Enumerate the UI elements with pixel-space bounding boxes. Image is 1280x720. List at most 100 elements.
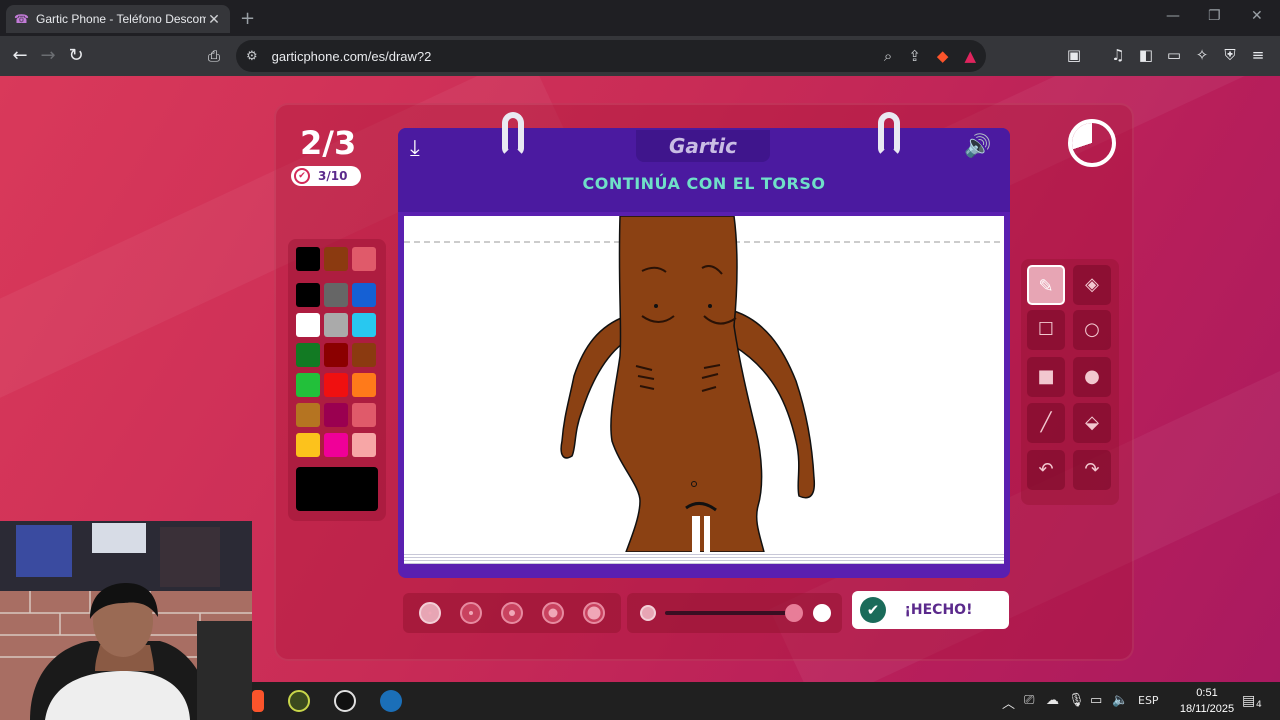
color-swatch[interactable] xyxy=(296,433,320,457)
brave-taskbar-icon[interactable] xyxy=(252,690,264,712)
color-swatch[interactable] xyxy=(352,247,376,271)
brave-rewards-icon[interactable]: ▲ xyxy=(964,47,976,65)
site-info-icon[interactable]: ⚙ xyxy=(246,49,258,64)
drawing-canvas[interactable] xyxy=(404,216,1004,552)
color-swatch[interactable] xyxy=(352,403,376,427)
tray-overflow-icon[interactable]: ︿ xyxy=(1002,693,1015,712)
steam-taskbar-icon[interactable] xyxy=(380,690,402,712)
minimize-button[interactable]: — xyxy=(1166,8,1180,24)
browser-tab[interactable]: ☎ Gartic Phone - Teléfono Descom ✕ xyxy=(6,5,230,33)
brush-size-selector xyxy=(403,593,621,633)
fill-bucket-tool-icon[interactable]: ⬙ xyxy=(1073,403,1111,443)
restore-button[interactable]: ❐ xyxy=(1208,8,1221,24)
app-taskbar-icon[interactable] xyxy=(288,690,310,712)
redo-icon[interactable]: ↷ xyxy=(1073,450,1111,490)
brush-size-3[interactable] xyxy=(501,602,523,624)
media-icon[interactable]: ♫ xyxy=(1108,46,1128,64)
color-swatch[interactable] xyxy=(352,283,376,307)
rectangle-filled-tool-icon[interactable]: ■ xyxy=(1027,357,1065,397)
download-icon[interactable]: ⤓ xyxy=(410,136,420,161)
bookmark-icon[interactable]: ⎙ xyxy=(202,44,226,68)
color-palette xyxy=(288,239,386,521)
clock-time: 0:51 xyxy=(1196,687,1218,699)
color-swatch[interactable] xyxy=(296,283,320,307)
round-counter: 2/3 xyxy=(300,124,357,162)
color-swatch[interactable] xyxy=(324,433,348,457)
camera-tray-icon[interactable]: ⎚ xyxy=(1024,693,1034,708)
tab-close-icon[interactable]: ✕ xyxy=(206,11,222,28)
color-swatch[interactable] xyxy=(352,433,376,457)
color-swatch[interactable] xyxy=(324,373,348,397)
rectangle-outline-tool-icon[interactable]: ☐ xyxy=(1027,310,1065,350)
line-tool-icon[interactable]: ╱ xyxy=(1027,403,1065,443)
tab-search-icon[interactable]: ▣ xyxy=(1064,46,1084,64)
check-icon: ✔ xyxy=(294,168,310,184)
brave-shields-icon[interactable]: ◆ xyxy=(937,47,949,65)
drawing-notebook: Gartic ⤓ 🔊 CONTINÚA CON EL TORSO xyxy=(398,112,1010,578)
color-swatch[interactable] xyxy=(296,343,320,367)
color-swatch[interactable] xyxy=(352,343,376,367)
done-check-icon: ✔ xyxy=(860,597,886,623)
sidebar-icon[interactable]: ◧ xyxy=(1136,46,1156,64)
drawing-prompt: CONTINÚA CON EL TORSO xyxy=(582,174,826,193)
color-swatch[interactable] xyxy=(352,373,376,397)
back-button[interactable]: ← xyxy=(8,44,32,68)
color-swatch[interactable] xyxy=(296,247,320,271)
menu-icon[interactable]: ≡ xyxy=(1248,46,1268,64)
opacity-min-icon xyxy=(640,605,656,621)
notebook-ring-right xyxy=(878,112,900,156)
reload-button[interactable]: ↻ xyxy=(64,44,88,68)
onedrive-icon[interactable]: ☁ xyxy=(1046,693,1059,708)
brush-size-4[interactable] xyxy=(542,602,564,624)
wallet-icon[interactable]: ▭ xyxy=(1164,46,1184,64)
clock-date: 18/11/2025 xyxy=(1179,703,1235,715)
color-swatch[interactable] xyxy=(352,313,376,337)
new-tab-button[interactable]: + xyxy=(240,8,255,29)
volume-icon[interactable]: 🔊 xyxy=(964,134,991,159)
brush-size-1[interactable] xyxy=(419,602,441,624)
brush-size-2[interactable] xyxy=(460,602,482,624)
url-text[interactable]: garticphone.com/es/draw?2 xyxy=(272,49,868,64)
language-indicator[interactable]: ESP xyxy=(1138,694,1159,707)
color-swatch[interactable] xyxy=(324,343,348,367)
color-swatch[interactable] xyxy=(296,373,320,397)
eraser-tool-icon[interactable]: ◈ xyxy=(1073,265,1111,305)
done-button[interactable]: ✔ ¡HECHO! xyxy=(852,591,1009,629)
drawing-svg xyxy=(404,216,1004,552)
done-label: ¡HECHO! xyxy=(904,602,973,618)
speaker-icon[interactable]: 🔈 xyxy=(1112,693,1128,708)
color-swatch[interactable] xyxy=(296,403,320,427)
zoom-icon[interactable]: ⌕ xyxy=(884,47,892,65)
color-swatch[interactable] xyxy=(324,247,348,271)
color-swatch[interactable] xyxy=(324,403,348,427)
window-close-button[interactable]: ✕ xyxy=(1251,8,1263,24)
ellipse-filled-tool-icon[interactable]: ● xyxy=(1073,357,1111,397)
gartic-logo: Gartic xyxy=(636,130,770,162)
color-swatch[interactable] xyxy=(324,283,348,307)
ellipse-outline-tool-icon[interactable]: ○ xyxy=(1073,310,1111,350)
webcam-overlay xyxy=(0,521,252,720)
color-swatch[interactable] xyxy=(296,313,320,337)
opacity-handle[interactable] xyxy=(785,604,803,622)
vpn-icon[interactable]: ⛨ xyxy=(1220,46,1240,64)
network-icon[interactable]: ▭ xyxy=(1090,693,1102,708)
undo-icon[interactable]: ↶ xyxy=(1027,450,1065,490)
obs-taskbar-icon[interactable] xyxy=(334,690,356,712)
notifications-icon[interactable]: ▤ xyxy=(1242,693,1255,709)
players-done-count: 3/10 xyxy=(318,169,348,183)
pencil-tool-icon[interactable]: ✎ xyxy=(1027,265,1065,305)
share-icon[interactable]: ⇪ xyxy=(908,47,921,65)
windows-taskbar: ︿ ⎚ ☁ 🎙 ▭ 🔈 ESP 0:51 18/11/2025 ▤ 4 xyxy=(252,682,1280,720)
opacity-slider[interactable] xyxy=(627,593,842,633)
tool-panel: ✎ ◈ ☐ ○ ■ ● ╱ ⬙ ↶ ↷ xyxy=(1021,259,1119,505)
webcam-image xyxy=(0,521,252,720)
brush-size-5[interactable] xyxy=(583,602,605,624)
leo-ai-icon[interactable]: ✧ xyxy=(1192,46,1212,64)
forward-button[interactable]: → xyxy=(36,44,60,68)
microphone-icon[interactable]: 🎙 xyxy=(1068,693,1085,708)
address-bar[interactable]: ⚙ garticphone.com/es/draw?2 ⌕ ⇪ ◆ ▲ xyxy=(236,40,986,72)
opacity-track[interactable] xyxy=(665,611,795,615)
system-clock[interactable]: 0:51 18/11/2025 xyxy=(1172,685,1242,717)
timer-icon xyxy=(1068,119,1116,167)
color-swatch[interactable] xyxy=(324,313,348,337)
